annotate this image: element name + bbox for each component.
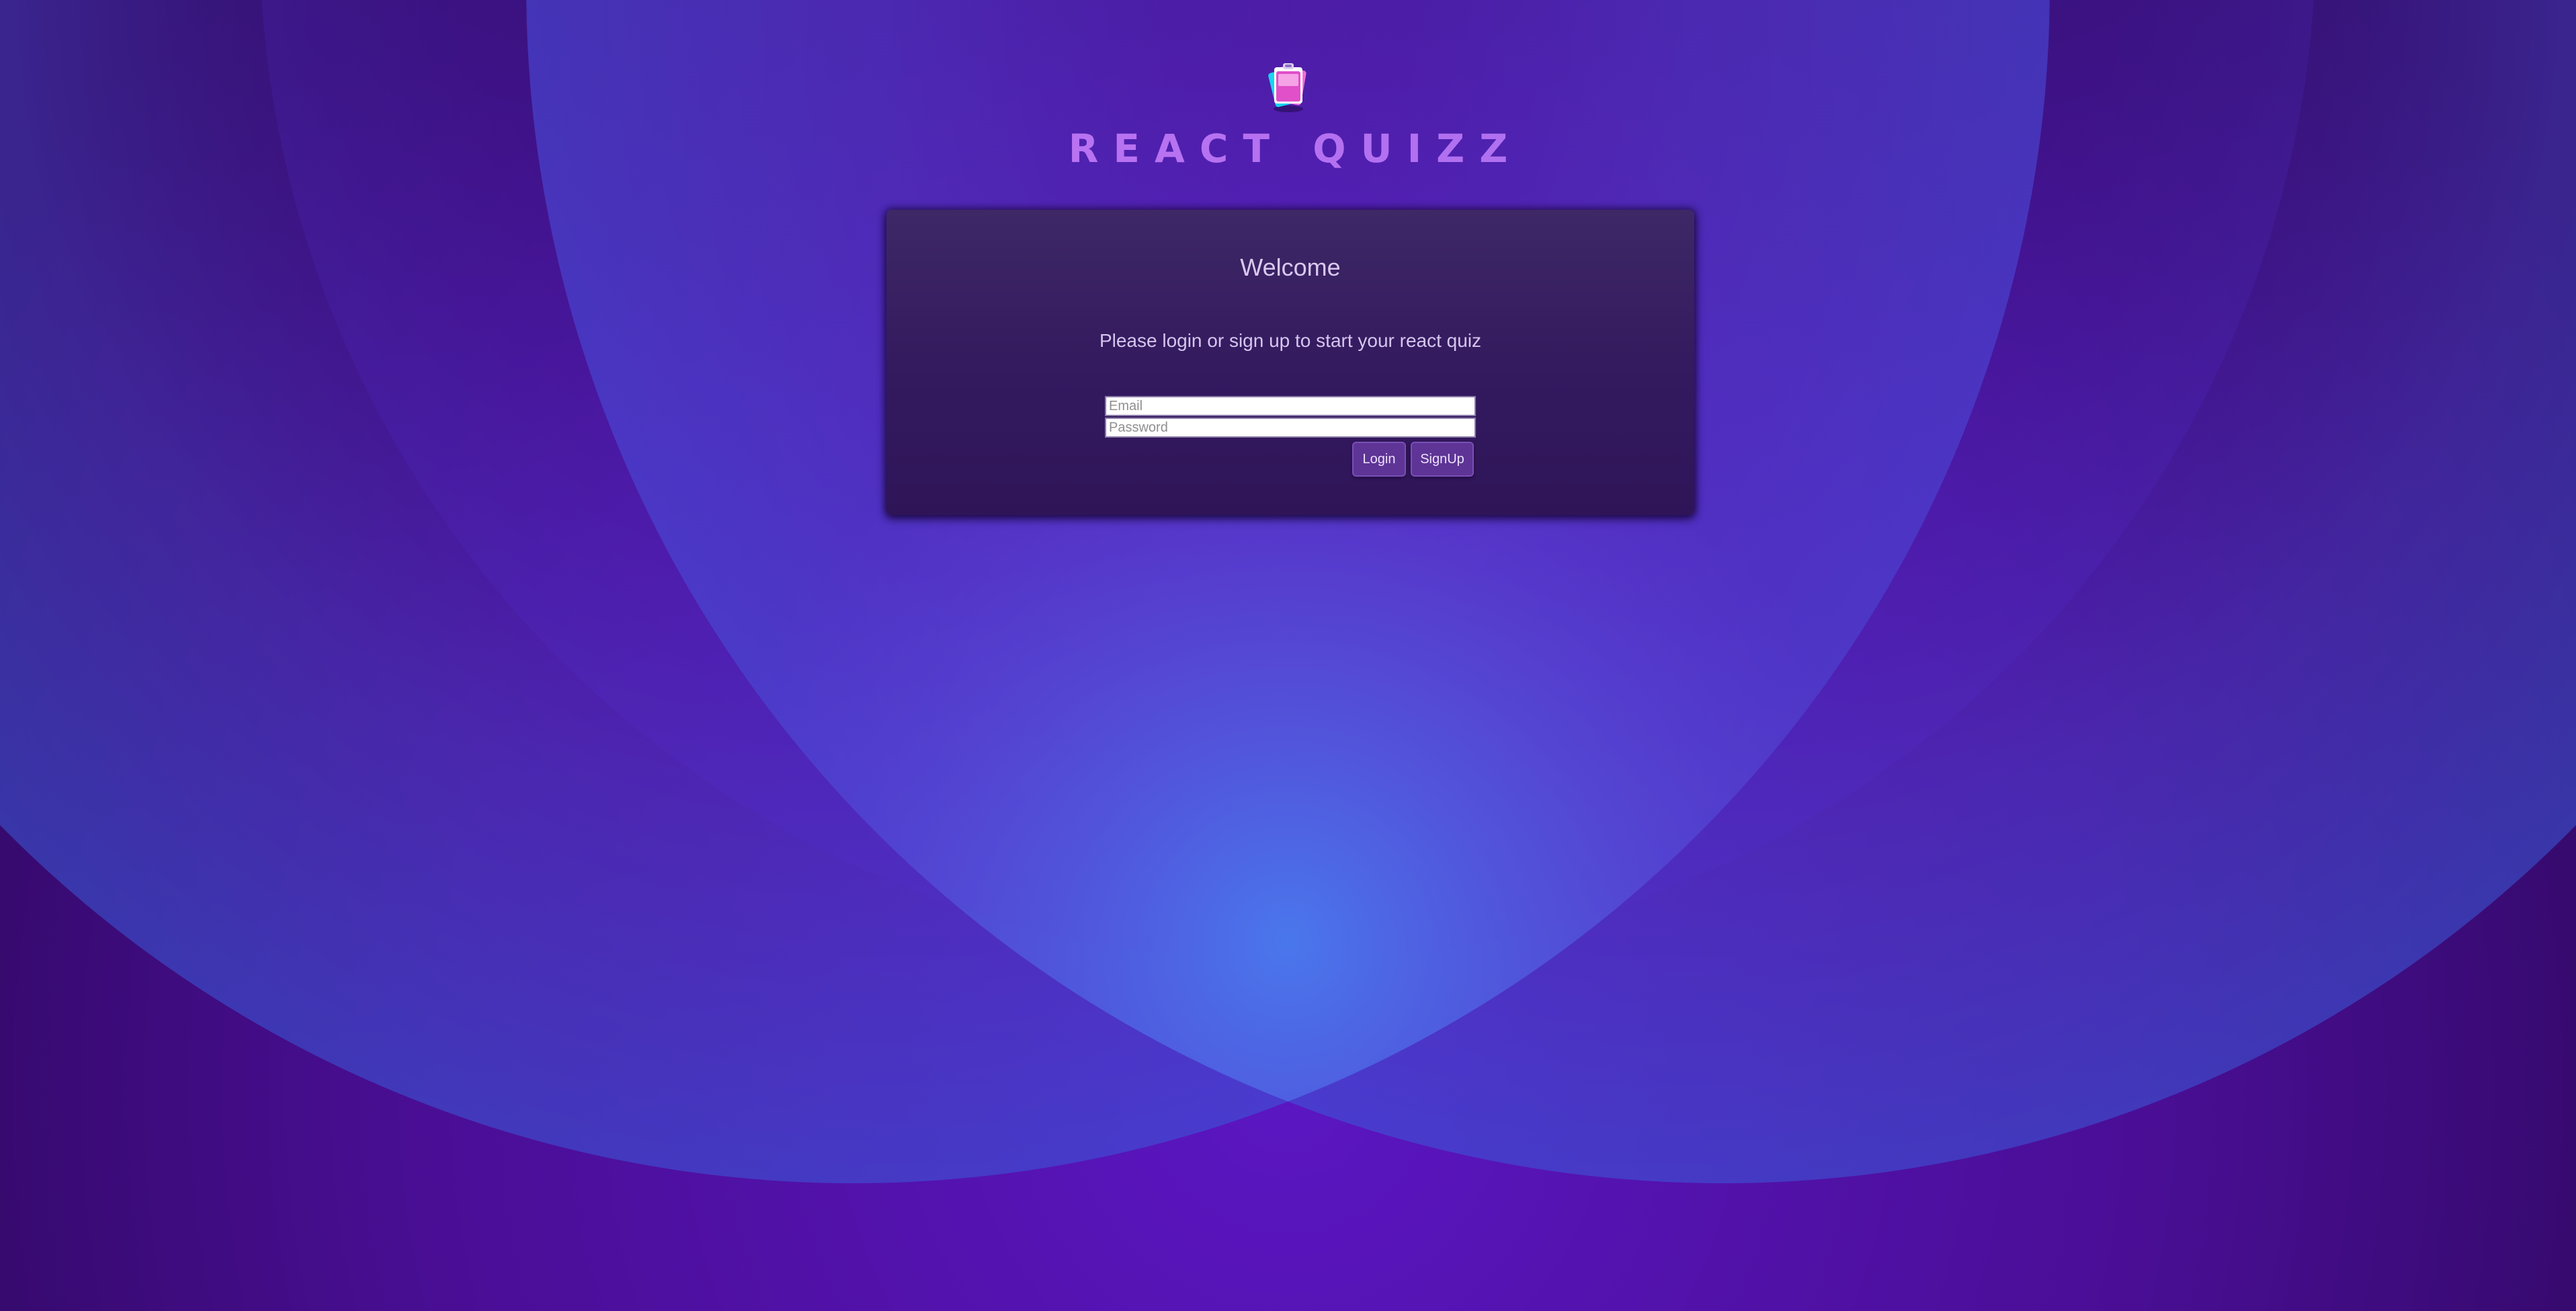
quiz-cards-icon [1268, 63, 1306, 112]
app-root: REACT QUIZZ Welcome Please login or sign… [0, 0, 2576, 1311]
login-button[interactable]: Login [1352, 442, 1406, 477]
login-instructions: Please login or sign up to start your re… [1099, 330, 1482, 351]
welcome-heading: Welcome [1240, 253, 1341, 281]
app-title: REACT QUIZZ [0, 122, 2576, 175]
login-card: Welcome Please login or sign up to start… [886, 210, 1694, 515]
password-field[interactable] [1105, 418, 1476, 438]
signup-button[interactable]: SignUp [1411, 442, 1474, 477]
email-field[interactable] [1105, 396, 1476, 416]
